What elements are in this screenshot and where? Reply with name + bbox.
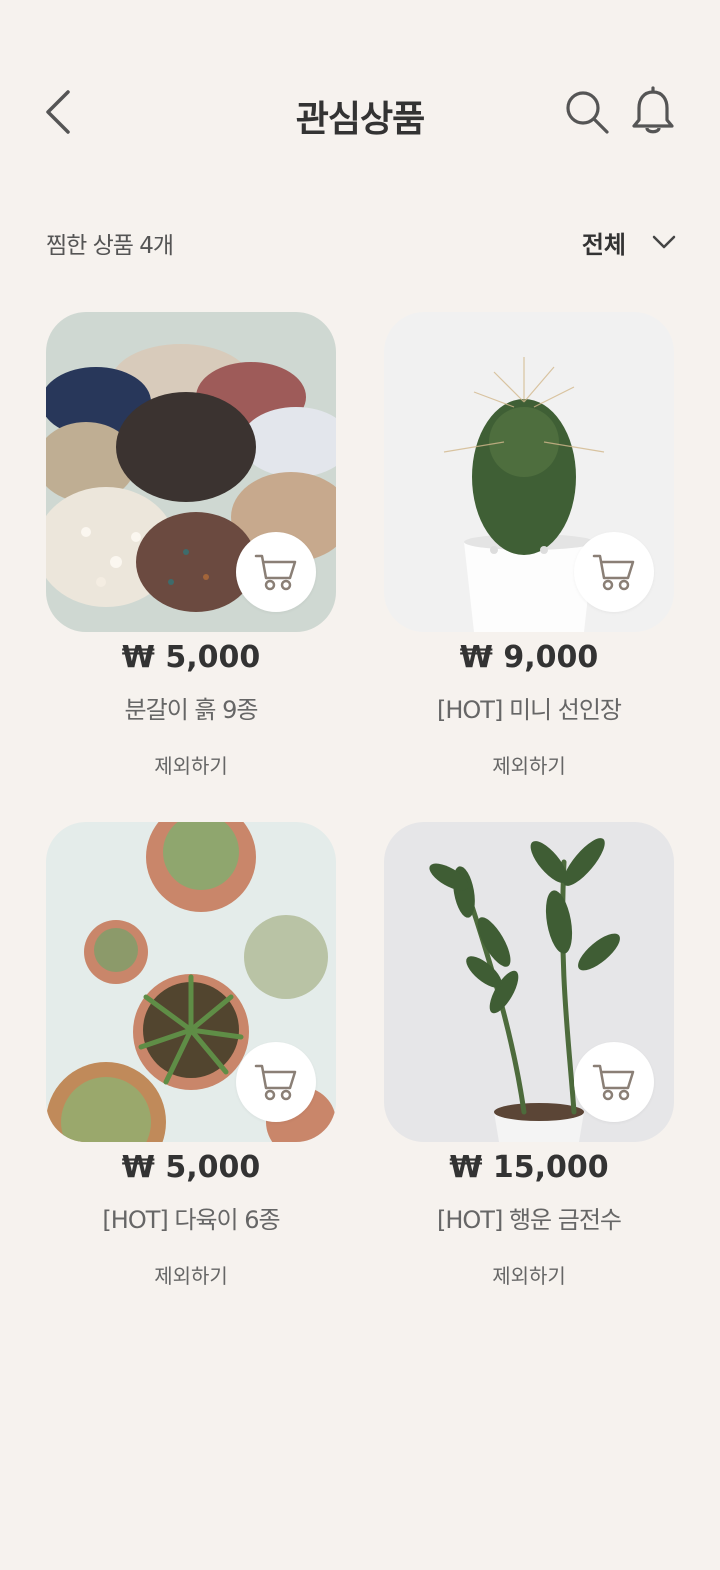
product-price: ₩ 15,000 (449, 1150, 609, 1185)
product-name[interactable]: 분갈이 흙 9종 (46, 690, 336, 725)
wishlist-count: 찜한 상품 4개 (46, 233, 174, 259)
remove-button[interactable]: 제외하기 (384, 1260, 674, 1289)
add-to-cart-button[interactable] (236, 532, 316, 612)
top-app-bar: 관심상품 (0, 0, 720, 230)
product-name[interactable]: [HOT] 미니 선인장 (384, 690, 674, 725)
product-card[interactable]: ₩ 5,000 분갈이 흙 9종 제외하기 (46, 312, 336, 792)
add-to-cart-button[interactable] (574, 1042, 654, 1122)
product-name[interactable]: [HOT] 다육이 6종 (46, 1200, 336, 1235)
filter-label: 전체 (581, 230, 626, 259)
notification-button[interactable] (630, 86, 676, 136)
cart-icon (254, 554, 297, 591)
product-price: ₩ 9,000 (459, 640, 599, 675)
cart-icon (254, 1064, 297, 1101)
product-name[interactable]: [HOT] 행운 금전수 (384, 1200, 674, 1235)
add-to-cart-button[interactable] (236, 1042, 316, 1122)
bell-icon (632, 86, 674, 134)
search-button[interactable] (563, 88, 611, 136)
product-card[interactable]: ₩ 9,000 [HOT] 미니 선인장 제외하기 (384, 312, 674, 792)
filter-dropdown[interactable]: 전체 (582, 222, 676, 262)
product-card[interactable]: ₩ 15,000 [HOT] 행운 금전수 제외하기 (384, 822, 674, 1302)
product-price: ₩ 5,000 (121, 1150, 261, 1185)
remove-button[interactable]: 제외하기 (46, 1260, 336, 1289)
add-to-cart-button[interactable] (574, 532, 654, 612)
remove-button[interactable]: 제외하기 (46, 750, 336, 779)
page-title: 관심상품 (295, 99, 425, 140)
search-icon (566, 91, 609, 134)
cart-icon (592, 554, 635, 591)
chevron-down-icon (652, 235, 676, 249)
cart-icon (592, 1064, 635, 1101)
product-price: ₩ 5,000 (121, 640, 261, 675)
remove-button[interactable]: 제외하기 (384, 750, 674, 779)
wishlist-summary-bar: 찜한 상품 4개 전체 (46, 222, 676, 262)
product-card[interactable]: ₩ 5,000 [HOT] 다육이 6종 제외하기 (46, 822, 336, 1302)
